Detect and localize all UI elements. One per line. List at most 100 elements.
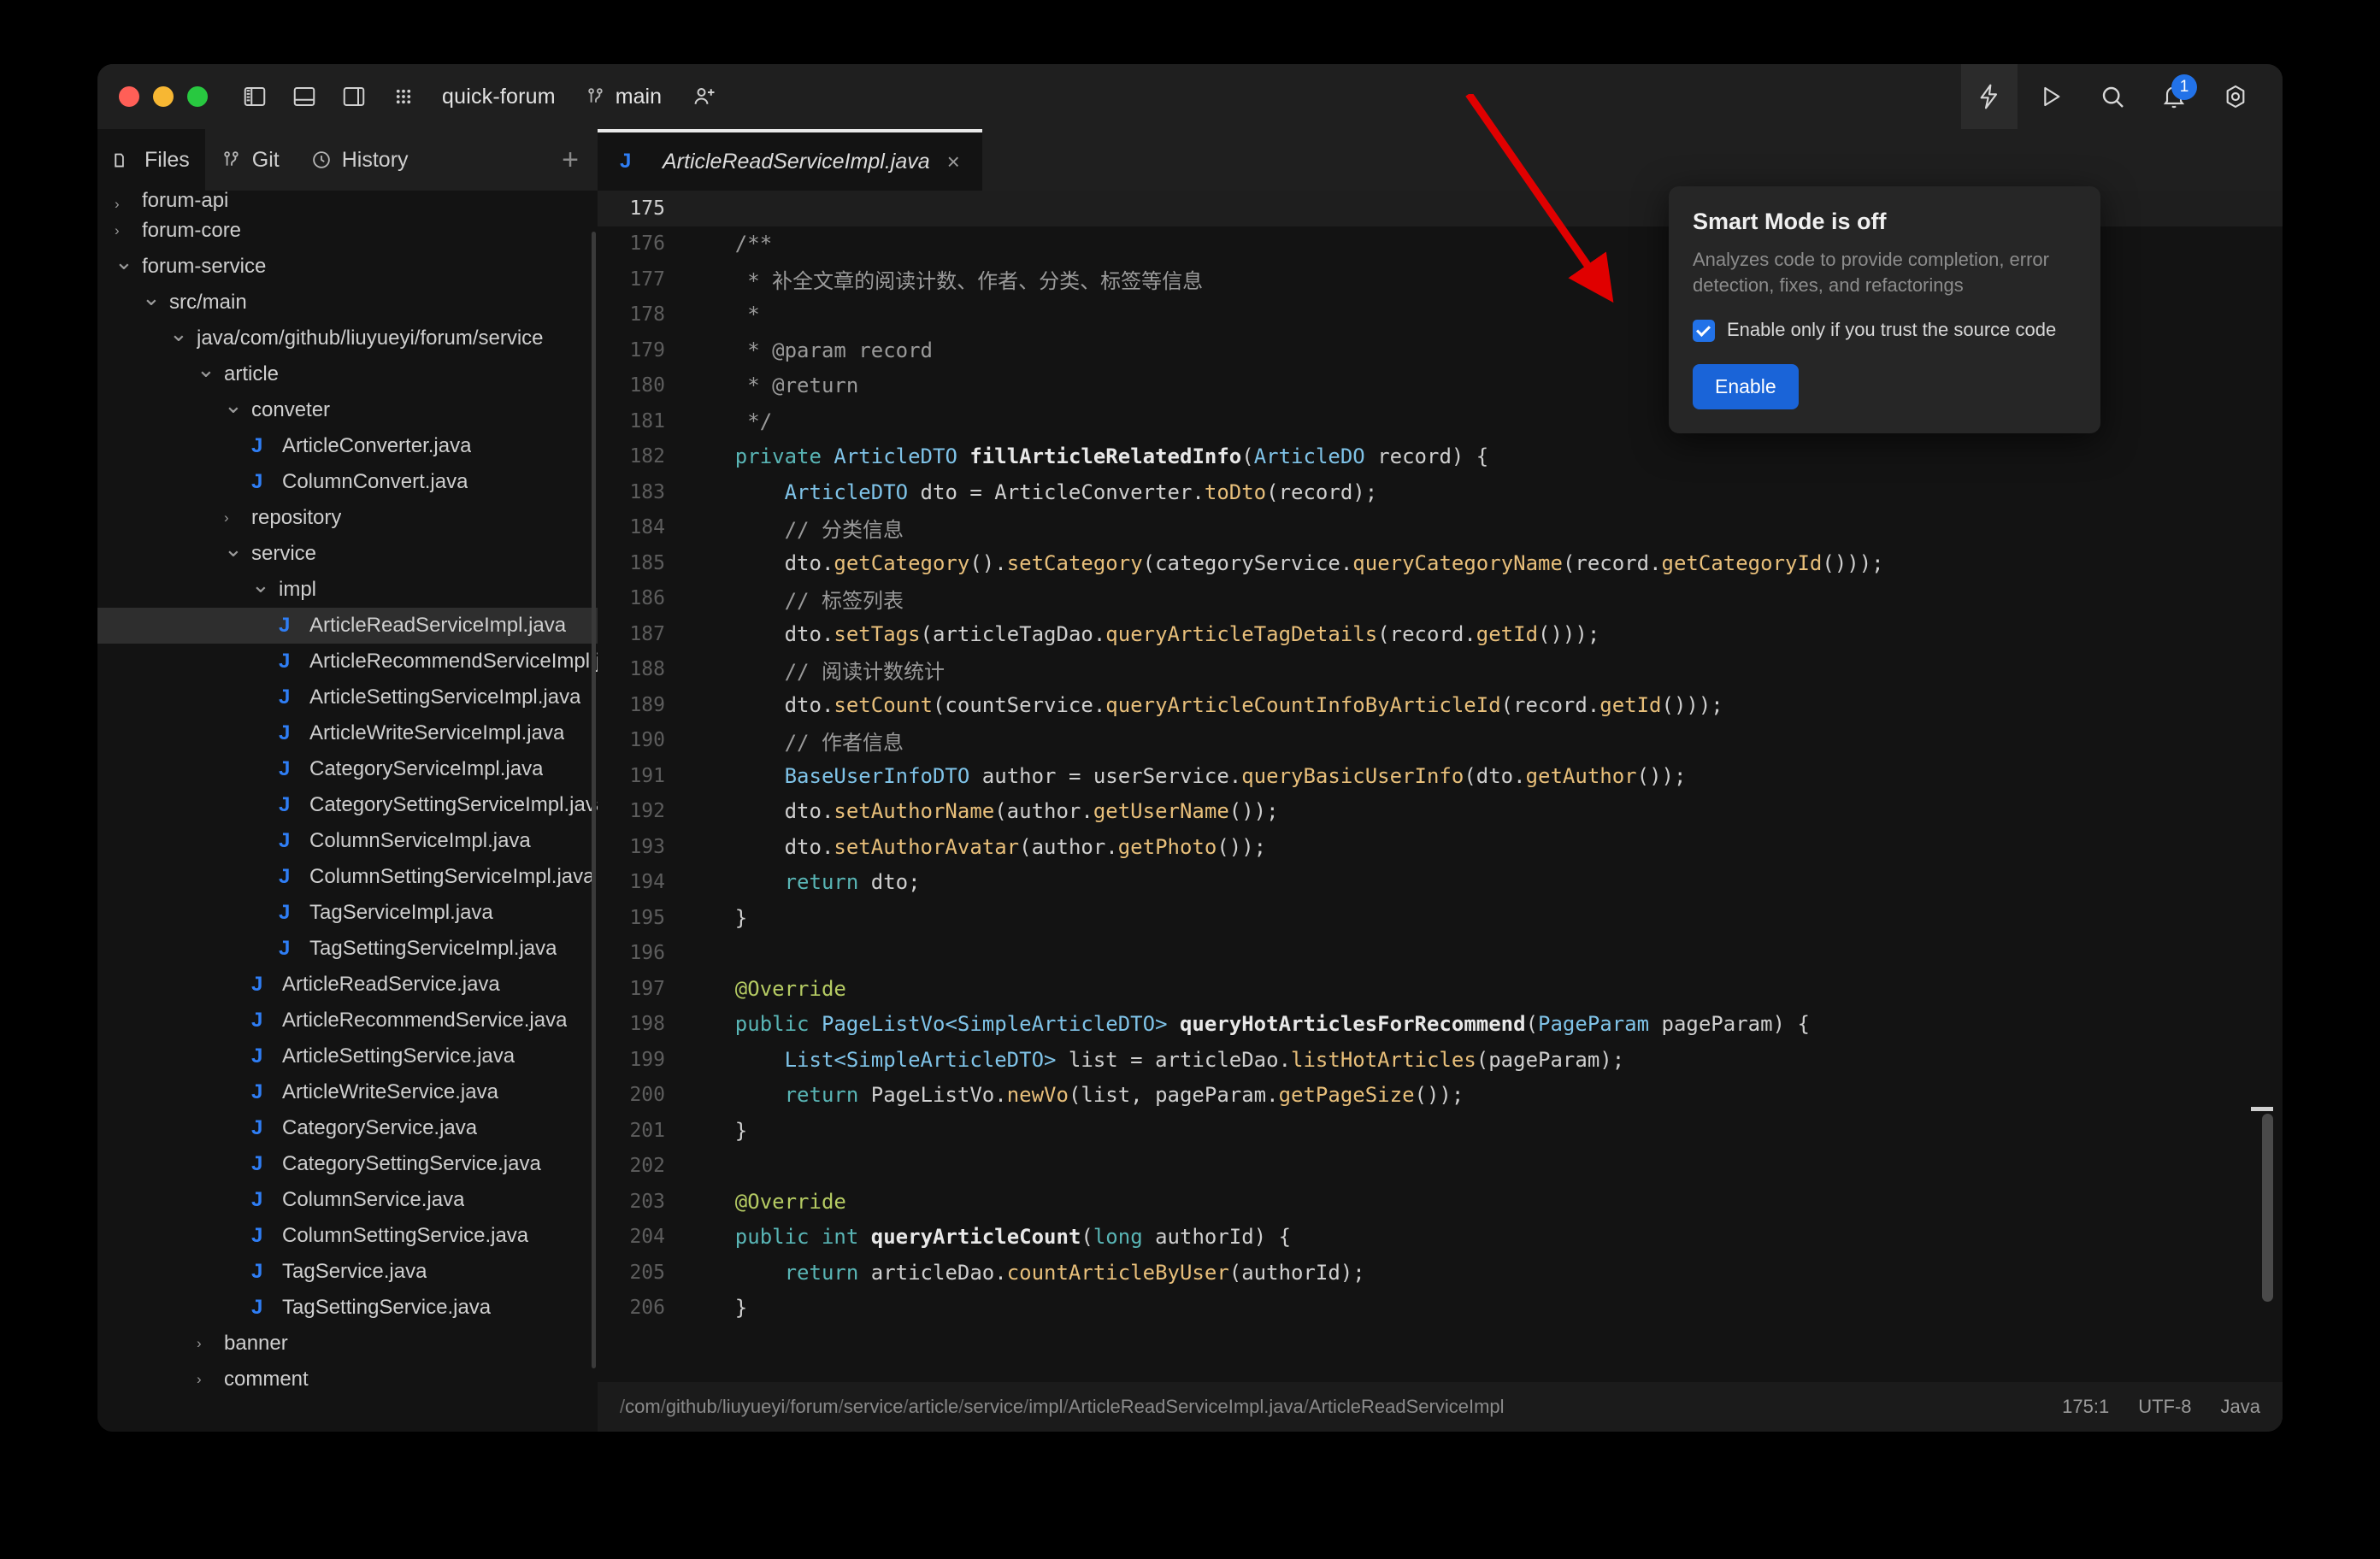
tree-item-articlerecommendservice-java[interactable]: JArticleRecommendService.java: [97, 1003, 598, 1038]
java-file-icon: J: [279, 901, 298, 925]
encoding-label[interactable]: UTF-8: [2138, 1396, 2191, 1418]
line-number: 181: [598, 410, 686, 432]
tree-item-columnsettingservice-java[interactable]: JColumnSettingService.java: [97, 1218, 598, 1254]
close-icon[interactable]: ×: [947, 149, 960, 175]
breadcrumb-item[interactable]: liuyueyi: [722, 1396, 785, 1418]
run-icon[interactable]: [2023, 64, 2079, 129]
right-panel-icon[interactable]: [334, 77, 374, 116]
chevron-down-icon[interactable]: ⌄: [142, 285, 161, 311]
branch-icon: [585, 85, 607, 108]
chevron-down-icon[interactable]: ⌄: [251, 572, 270, 598]
tree-item-repository[interactable]: ›repository: [97, 500, 598, 536]
chevron-right-icon[interactable]: ›: [197, 1335, 215, 1352]
trust-source-checkbox[interactable]: [1693, 320, 1715, 342]
tree-item-banner[interactable]: ›banner: [97, 1326, 598, 1362]
code-line-text: public PageListVo<SimpleArticleDTO> quer…: [686, 1012, 2283, 1036]
tree-item-java-com-github-liuyueyi-forum-service[interactable]: ⌄java/com/github/liuyueyi/forum/service: [97, 321, 598, 356]
breadcrumb-item[interactable]: forum: [790, 1396, 838, 1418]
tree-item-articlewriteservice-java[interactable]: JArticleWriteService.java: [97, 1074, 598, 1110]
chevron-right-icon[interactable]: ›: [197, 1371, 215, 1388]
chevron-right-icon[interactable]: ›: [115, 196, 133, 213]
tree-item-articlewriteserviceimpl-java[interactable]: JArticleWriteServiceImpl.java: [97, 715, 598, 751]
caret-position[interactable]: 175:1: [2062, 1396, 2109, 1418]
code-line: 202: [598, 1149, 2283, 1185]
line-number: 176: [598, 232, 686, 255]
notifications-icon[interactable]: 1: [2146, 64, 2202, 129]
search-icon[interactable]: [2084, 64, 2141, 129]
code-line: 183 ArticleDTO dto = ArticleConverter.to…: [598, 474, 2283, 510]
minimize-window-button[interactable]: [153, 86, 174, 107]
chevron-down-icon[interactable]: ⌄: [115, 249, 133, 275]
chevron-down-icon[interactable]: ⌄: [169, 321, 188, 347]
chevron-right-icon[interactable]: ›: [115, 222, 133, 239]
tree-item-forum-service[interactable]: ⌄forum-service: [97, 249, 598, 285]
breadcrumb-item[interactable]: ArticleReadServiceImpl: [1309, 1396, 1505, 1418]
breadcrumb-item[interactable]: github: [666, 1396, 717, 1418]
branch-selector[interactable]: main: [585, 85, 662, 109]
breadcrumb-item[interactable]: article: [909, 1396, 959, 1418]
tree-item-columnservice-java[interactable]: JColumnService.java: [97, 1182, 598, 1218]
enable-button[interactable]: Enable: [1693, 364, 1799, 409]
editor-tab-articlereadserviceimpl[interactable]: J ArticleReadServiceImpl.java ×: [598, 129, 982, 191]
tree-item-articlereadserviceimpl-java[interactable]: JArticleReadServiceImpl.java: [97, 608, 598, 644]
left-panel-icon[interactable]: [235, 77, 274, 116]
add-tab-button[interactable]: +: [562, 145, 598, 174]
tree-item-articleconverter-java[interactable]: JArticleConverter.java: [97, 428, 598, 464]
tree-item-categorysettingservice-java[interactable]: JCategorySettingService.java: [97, 1146, 598, 1182]
add-collaborator-icon[interactable]: [684, 77, 723, 116]
tree-item-tagservice-java[interactable]: JTagService.java: [97, 1254, 598, 1290]
clock-icon: [310, 149, 333, 171]
chevron-down-icon[interactable]: ⌄: [197, 356, 215, 383]
tree-item-article[interactable]: ⌄article: [97, 356, 598, 392]
tree-item-categorysettingserviceimpl-java[interactable]: JCategorySettingServiceImpl.java: [97, 787, 598, 823]
editor-tab-bar: J ArticleReadServiceImpl.java ×: [598, 129, 2283, 191]
project-name[interactable]: quick-forum: [442, 85, 556, 109]
sidebar-scrollbar[interactable]: [592, 232, 596, 1368]
tree-item-articlesettingserviceimpl-java[interactable]: JArticleSettingServiceImpl.java: [97, 679, 598, 715]
line-number: 197: [598, 978, 686, 1000]
language-label[interactable]: Java: [2221, 1396, 2260, 1418]
tree-item-impl[interactable]: ⌄impl: [97, 572, 598, 608]
chevron-right-icon[interactable]: ›: [224, 509, 243, 527]
code-line-text: dto.setAuthorAvatar(author.getPhoto());: [686, 835, 2283, 859]
tree-item-src-main[interactable]: ⌄src/main: [97, 285, 598, 321]
tree-item-articlereadservice-java[interactable]: JArticleReadService.java: [97, 967, 598, 1003]
tree-item-columnconvert-java[interactable]: JColumnConvert.java: [97, 464, 598, 500]
tree-item-comment[interactable]: ›comment: [97, 1362, 598, 1397]
java-file-icon: J: [279, 937, 298, 961]
bottom-panel-icon[interactable]: [285, 77, 324, 116]
tree-item-forum-api[interactable]: ›forum-api: [97, 191, 598, 213]
trust-source-checkbox-row[interactable]: Enable only if you trust the source code: [1693, 318, 2077, 342]
tree-item-categoryservice-java[interactable]: JCategoryService.java: [97, 1110, 598, 1146]
breadcrumb-item[interactable]: com: [625, 1396, 661, 1418]
breadcrumb[interactable]: /com/github/liuyueyi/forum/service/artic…: [620, 1396, 1505, 1418]
tree-item-tagserviceimpl-java[interactable]: JTagServiceImpl.java: [97, 895, 598, 931]
tree-item-conveter[interactable]: ⌄conveter: [97, 392, 598, 428]
breadcrumb-item[interactable]: ArticleReadServiceImpl.java: [1069, 1396, 1304, 1418]
tree-item-columnsettingserviceimpl-java[interactable]: JColumnSettingServiceImpl.java: [97, 859, 598, 895]
maximize-window-button[interactable]: [187, 86, 208, 107]
chevron-down-icon[interactable]: ⌄: [224, 392, 243, 419]
breadcrumb-item[interactable]: service: [844, 1396, 904, 1418]
line-number: 175: [598, 197, 686, 220]
breadcrumb-item[interactable]: impl: [1028, 1396, 1063, 1418]
tree-item-categoryserviceimpl-java[interactable]: JCategoryServiceImpl.java: [97, 751, 598, 787]
sidebar-tab-files[interactable]: Files: [97, 129, 205, 191]
line-number: 205: [598, 1262, 686, 1284]
breadcrumb-item[interactable]: service: [963, 1396, 1023, 1418]
tree-item-tagsettingservice-java[interactable]: JTagSettingService.java: [97, 1290, 598, 1326]
tree-item-service[interactable]: ⌄service: [97, 536, 598, 572]
lightning-icon[interactable]: [1961, 64, 2018, 129]
tree-item-tagsettingserviceimpl-java[interactable]: JTagSettingServiceImpl.java: [97, 931, 598, 967]
close-window-button[interactable]: [119, 86, 139, 107]
grid-icon[interactable]: [384, 77, 423, 116]
sidebar-tab-history[interactable]: History: [295, 129, 424, 191]
chevron-down-icon[interactable]: ⌄: [224, 536, 243, 562]
editor-scrollbar[interactable]: [2262, 1114, 2273, 1302]
sidebar-tab-git[interactable]: Git: [205, 129, 295, 191]
tree-item-columnserviceimpl-java[interactable]: JColumnServiceImpl.java: [97, 823, 598, 859]
tree-item-forum-core[interactable]: ›forum-core: [97, 213, 598, 249]
tree-item-articlerecommendserviceimpl-java[interactable]: JArticleRecommendServiceImpl.java: [97, 644, 598, 679]
settings-icon[interactable]: [2207, 64, 2264, 129]
tree-item-articlesettingservice-java[interactable]: JArticleSettingService.java: [97, 1038, 598, 1074]
